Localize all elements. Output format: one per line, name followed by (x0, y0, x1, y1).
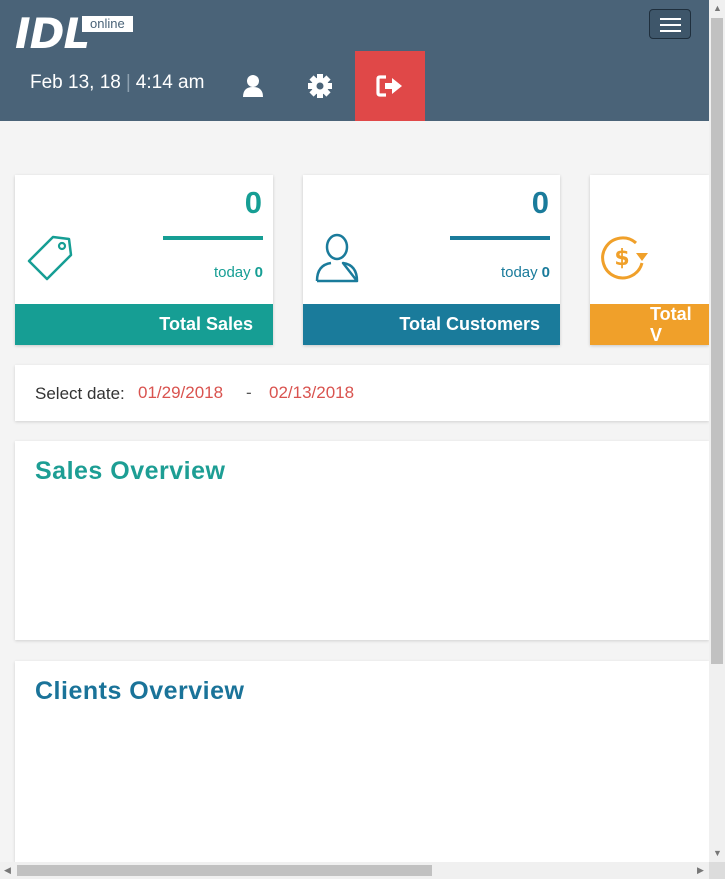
sales-overview-title: Sales Overview (35, 457, 226, 485)
card-divider (163, 236, 263, 240)
scroll-up-icon[interactable]: ▲ (713, 4, 722, 13)
sales-overview-panel: Sales Overview (15, 441, 709, 640)
hamburger-icon-line (660, 18, 681, 20)
total-sales-count: 0 (244, 185, 262, 220)
vertical-scroll-thumb[interactable] (711, 18, 723, 664)
date-from-input[interactable]: 01/29/2018 (138, 383, 223, 403)
dollar-refresh-icon: $ (601, 236, 648, 280)
horizontal-scroll-thumb[interactable] (17, 865, 432, 876)
datetime-separator: | (125, 72, 131, 93)
hamburger-icon-line (660, 24, 681, 26)
date-separator: - (246, 383, 252, 402)
vertical-scrollbar[interactable]: ▲ ▼ (709, 0, 725, 862)
total-sales-card[interactable]: 0 today 0 Total Sales (15, 175, 273, 345)
user-outline-icon (315, 233, 359, 283)
header-datetime: Feb 13, 18 | 4:14 am (30, 72, 204, 94)
clients-overview-title: Clients Overview (35, 677, 245, 705)
total-value-label: Total V (590, 304, 709, 345)
scrollbar-corner (709, 862, 725, 879)
hamburger-icon-line (660, 30, 681, 32)
total-customers-count: 0 (531, 185, 549, 220)
today-label: today (213, 264, 251, 281)
today-sales: today 0 (214, 264, 263, 281)
sign-out-icon (376, 75, 402, 97)
total-value-card[interactable]: $ Total V (590, 175, 709, 345)
menu-toggle-button[interactable] (649, 9, 691, 39)
date-to-input[interactable]: 02/13/2018 (269, 383, 354, 403)
clients-overview-panel: Clients Overview (15, 661, 709, 862)
logo-badge: online (82, 16, 133, 32)
scroll-left-icon[interactable]: ◀ (4, 866, 11, 875)
tag-icon (27, 235, 73, 281)
today-value: 0 (254, 264, 263, 281)
today-label: today (500, 264, 538, 281)
scroll-right-icon[interactable]: ▶ (697, 866, 704, 875)
today-value: 0 (541, 264, 550, 281)
total-customers-label: Total Customers (303, 304, 560, 345)
date-filter-label: Select date: (35, 384, 125, 403)
user-icon (243, 75, 263, 97)
scroll-down-icon[interactable]: ▼ (713, 849, 722, 858)
total-sales-label: Total Sales (15, 304, 273, 345)
total-customers-card[interactable]: 0 today 0 Total Customers (303, 175, 560, 345)
profile-button[interactable] (218, 51, 288, 121)
date-filter: Select date: 01/29/2018 - 02/13/2018 (15, 365, 709, 421)
logout-button[interactable] (355, 51, 425, 121)
header-date: Feb 13, 18 (30, 72, 121, 93)
card-divider (450, 236, 550, 240)
gear-icon (308, 74, 332, 98)
header-time: 4:14 am (135, 72, 205, 93)
horizontal-scrollbar[interactable]: ◀ ▶ (0, 862, 709, 879)
svg-text:$: $ (614, 246, 629, 271)
settings-button[interactable] (285, 51, 355, 121)
top-header: IDL online Feb 13, 18 | 4:14 am (0, 0, 709, 121)
today-customers: today 0 (501, 264, 550, 281)
logo[interactable]: IDL (15, 10, 90, 58)
